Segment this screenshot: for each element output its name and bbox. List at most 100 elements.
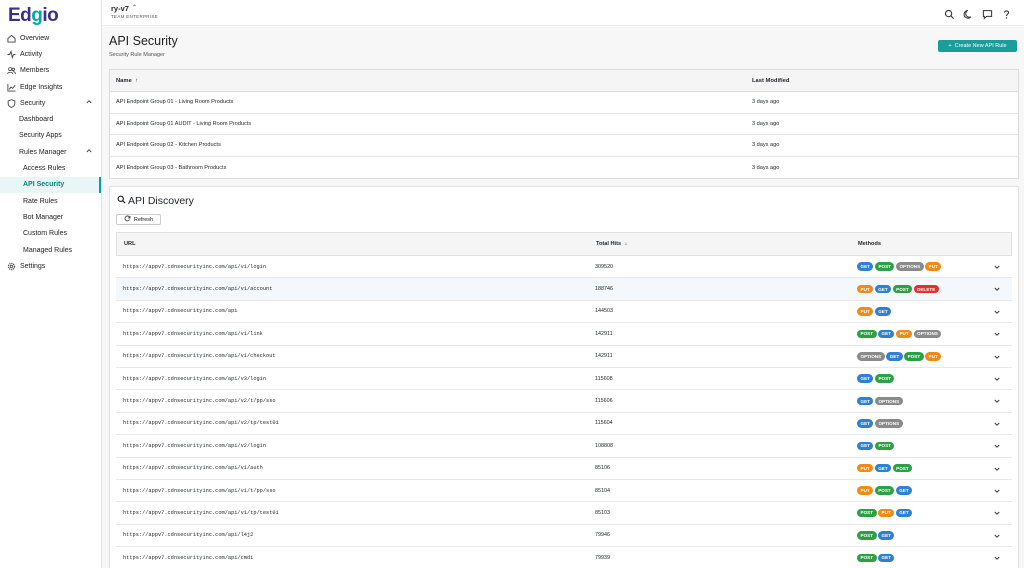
chevron-down-icon[interactable] xyxy=(994,398,1000,404)
table-row[interactable]: https://appv7.cdnsecurityinc.com/api/v2/… xyxy=(116,390,1012,413)
table-row[interactable]: https://appv7.cdnsecurityinc.com/api/l4j… xyxy=(116,525,1012,548)
table-row[interactable]: https://appv7.cdnsecurityinc.com/api/v2/… xyxy=(116,413,1012,436)
chevron-down-icon[interactable] xyxy=(994,354,1000,360)
table-row[interactable]: https://appv7.cdnsecurityinc.com/api/v1/… xyxy=(116,256,1012,279)
chevron-down-icon[interactable] xyxy=(994,264,1000,270)
sidebar-item-access-rules[interactable]: Access Rules xyxy=(0,160,101,176)
column-header-last-modified[interactable]: Last Modified xyxy=(746,78,789,84)
sidebar-item-settings[interactable]: Settings xyxy=(0,258,101,274)
sidebar-item-dashboard[interactable]: Dashboard xyxy=(0,111,101,127)
endpoint-url: https://appv7.cdnsecurityinc.com/api/v1/… xyxy=(123,330,263,337)
chevron-down-icon[interactable] xyxy=(994,555,1000,561)
method-badge: GET xyxy=(895,508,913,518)
endpoint-url: https://appv7.cdnsecurityinc.com/api/v1/… xyxy=(123,286,273,293)
chevron-up-icon[interactable] xyxy=(86,148,92,154)
method-badge: POST xyxy=(892,284,913,294)
chevron-down-icon[interactable] xyxy=(994,443,1000,449)
edgio-logo[interactable]: Edgio xyxy=(8,5,59,27)
table-row[interactable]: https://appv7.cdnsecurityinc.com/api/v1/… xyxy=(116,278,1012,301)
dark-mode-icon[interactable] xyxy=(963,7,974,19)
sidebar-item-members[interactable]: Members xyxy=(0,63,101,79)
table-row[interactable]: API Endpoint Group 02 - Kitchen Products… xyxy=(110,135,1018,157)
help-icon[interactable] xyxy=(1001,7,1012,19)
table-row[interactable]: https://appv7.cdnsecurityinc.com/api/cmd… xyxy=(116,547,1012,568)
sidebar-item-rules-manager[interactable]: Rules Manager xyxy=(0,144,101,160)
method-badge: POST xyxy=(874,262,895,271)
method-badge: GET xyxy=(878,531,895,540)
chevron-down-icon[interactable] xyxy=(994,533,1000,539)
endpoint-url: https://appv7.cdnsecurityinc.com/api/v1/… xyxy=(123,353,276,360)
chevron-down-icon[interactable] xyxy=(994,510,1000,516)
table-row[interactable]: https://appv7.cdnsecurityinc.com/api/v1/… xyxy=(116,458,1012,480)
table-row[interactable]: https://appv7.cdnsecurityinc.com/api/v3/… xyxy=(116,368,1012,391)
chat-icon[interactable] xyxy=(982,7,993,20)
total-hits: 85104 xyxy=(595,487,610,494)
methods-list: POST GET PUT OPTIONS xyxy=(857,329,942,339)
sidebar-item-api-security[interactable]: API Security xyxy=(0,176,101,194)
table-row[interactable]: https://appv7.cdnsecurityinc.com/api/v1/… xyxy=(116,502,1012,525)
rule-name[interactable]: API Endpoint Group 02 - Kitchen Products xyxy=(110,142,746,148)
chevron-down-icon[interactable] xyxy=(994,286,1000,292)
chevron-down-icon[interactable] xyxy=(994,421,1000,427)
refresh-button[interactable]: Refresh xyxy=(116,214,161,225)
total-hits: 108808 xyxy=(595,442,613,449)
endpoint-url: https://appv7.cdnsecurityinc.com/api xyxy=(123,308,238,315)
sidebar-item-security[interactable]: Security xyxy=(0,95,101,111)
rule-name[interactable]: API Endpoint Group 01 AUDIT - Living Roo… xyxy=(110,121,746,127)
search-icon[interactable] xyxy=(944,7,955,20)
column-header-total-hits[interactable]: Total Hits ↓ xyxy=(590,241,858,247)
method-badge: OPTIONS xyxy=(874,419,903,428)
sidebar-item-managed-rules[interactable]: Managed Rules xyxy=(0,242,101,258)
topbar-actions xyxy=(944,7,1012,20)
endpoint-url: https://appv7.cdnsecurityinc.com/api/v1/… xyxy=(123,487,276,494)
sidebar-item-bot-manager[interactable]: Bot Manager xyxy=(0,209,101,225)
table-row[interactable]: https://appv7.cdnsecurityinc.com/api/v2/… xyxy=(116,435,1012,458)
table-row[interactable]: https://appv7.cdnsecurityinc.com/api/v1/… xyxy=(116,323,1012,346)
method-badge: GET xyxy=(857,262,874,271)
team-switcher-icon[interactable]: ⌃ xyxy=(132,4,137,11)
chevron-down-icon[interactable] xyxy=(994,488,1000,494)
chevron-up-icon[interactable] xyxy=(86,99,92,105)
create-api-rule-button[interactable]: + Create New API Rule xyxy=(938,40,1017,52)
endpoint-url: https://appv7.cdnsecurityinc.com/api/v1/… xyxy=(123,465,263,472)
table-row[interactable]: https://appv7.cdnsecurityinc.com/api 1445… xyxy=(116,301,1012,324)
method-badge: GET xyxy=(874,307,892,316)
column-header-url[interactable]: URL xyxy=(117,241,590,247)
method-badge: GET xyxy=(878,329,895,339)
method-badge: GET xyxy=(857,419,874,428)
search-icon xyxy=(117,195,126,207)
table-row[interactable]: https://appv7.cdnsecurityinc.com/api/v1/… xyxy=(116,346,1012,368)
gear-icon xyxy=(7,262,16,271)
team-type: TEAM ENTERPRISE xyxy=(111,14,159,19)
method-badge: OPTIONS xyxy=(857,352,885,361)
sidebar-item-overview[interactable]: Overview xyxy=(0,30,101,46)
chevron-down-icon[interactable] xyxy=(994,331,1000,337)
table-row[interactable]: API Endpoint Group 01 - Living Room Prod… xyxy=(110,92,1018,114)
sidebar-item-activity[interactable]: Activity xyxy=(0,46,101,62)
home-icon xyxy=(7,34,16,43)
method-badge: POST xyxy=(857,329,877,339)
chevron-down-icon[interactable] xyxy=(994,466,1000,472)
method-badge: OPTIONS xyxy=(895,262,924,271)
method-badge: POST xyxy=(892,463,913,473)
method-badge: PUT xyxy=(925,262,942,271)
table-row[interactable]: API Endpoint Group 01 AUDIT - Living Roo… xyxy=(110,114,1018,136)
chevron-down-icon[interactable] xyxy=(994,309,1000,315)
sidebar-item-rate-rules[interactable]: Rate Rules xyxy=(0,193,101,209)
column-header-name[interactable]: Name ↑ xyxy=(110,78,746,84)
chevron-down-icon[interactable] xyxy=(994,376,1000,382)
sidebar-item-security-apps[interactable]: Security Apps xyxy=(0,128,101,144)
sidebar-item-edge-insights[interactable]: Edge Insights xyxy=(0,79,101,95)
table-row[interactable]: https://appv7.cdnsecurityinc.com/api/v1/… xyxy=(116,480,1012,503)
rule-name[interactable]: API Endpoint Group 03 - Bathroom Product… xyxy=(110,165,746,171)
team-name[interactable]: ry-v7 xyxy=(111,4,129,13)
method-badge: PUT xyxy=(925,352,942,361)
method-badge: DELETE xyxy=(913,284,939,294)
methods-list: PUT GET POST xyxy=(857,463,913,473)
endpoint-url: https://appv7.cdnsecurityinc.com/api/v2/… xyxy=(123,442,267,449)
sidebar-item-custom-rules[interactable]: Custom Rules xyxy=(0,226,101,242)
sidebar-item-label: Custom Rules xyxy=(23,230,67,238)
rule-name[interactable]: API Endpoint Group 01 - Living Room Prod… xyxy=(110,99,746,105)
rule-modified: 3 days ago xyxy=(752,99,780,106)
table-row[interactable]: API Endpoint Group 03 - Bathroom Product… xyxy=(110,157,1018,179)
